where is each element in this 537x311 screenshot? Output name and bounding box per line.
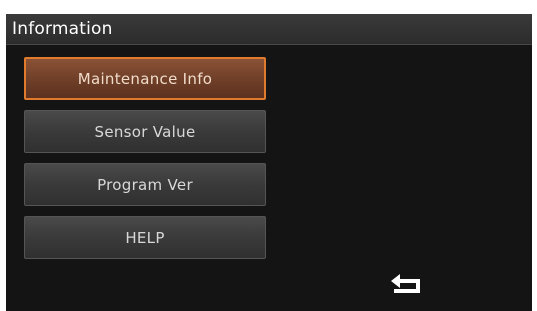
sensor-value-label: Sensor Value (94, 122, 196, 141)
program-ver-button[interactable]: Program Ver (24, 163, 266, 206)
help-label: HELP (125, 228, 165, 247)
return-arrow-icon (391, 274, 420, 293)
maintenance-info-label: Maintenance Info (77, 69, 213, 88)
sensor-value-button[interactable]: Sensor Value (24, 110, 266, 153)
back-button[interactable] (382, 269, 430, 301)
help-button[interactable]: HELP (24, 216, 266, 259)
title-bar: Information (6, 14, 532, 45)
program-ver-label: Program Ver (97, 175, 193, 194)
information-screen: Information Maintenance Info Sensor Valu… (6, 14, 532, 311)
maintenance-info-button[interactable]: Maintenance Info (24, 57, 266, 100)
page-title: Information (12, 19, 113, 39)
